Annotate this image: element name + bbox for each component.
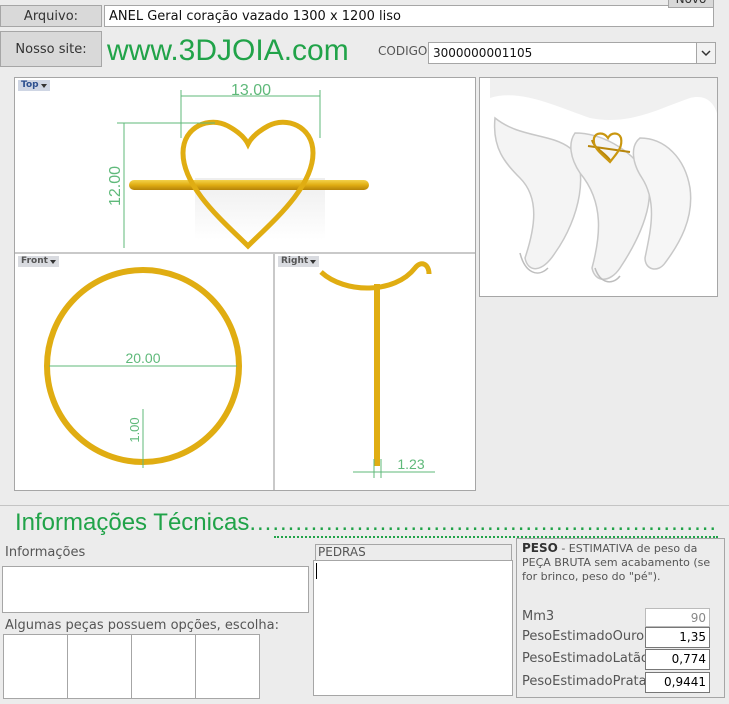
option-slot[interactable]	[3, 634, 68, 699]
arquivo-label: Arquivo:	[0, 5, 102, 27]
peso-description: PESO - ESTIMATIVA de peso da PEÇA BRUTA …	[522, 541, 718, 584]
right-view-drawing: 1.23	[319, 261, 435, 478]
options-grid	[3, 634, 260, 699]
site-label: Nosso site:	[0, 31, 102, 67]
peso-ouro-value[interactable]: 1,35	[645, 627, 710, 648]
peso-ouro-label: PesoEstimadoOuro	[522, 629, 645, 644]
option-slot[interactable]	[68, 634, 132, 699]
dim-width-label: 13.00	[231, 82, 271, 99]
codigo-dropdown-button[interactable]	[696, 43, 715, 63]
mm3-value: 90	[645, 608, 710, 627]
novo-button[interactable]: Novo	[668, 0, 714, 8]
mm3-label: Mm3	[522, 609, 555, 624]
option-slot[interactable]	[132, 634, 196, 699]
peso-prata-label: PesoEstimadoPrata	[522, 674, 647, 689]
informacoes-label: Informações	[5, 545, 86, 560]
codigo-label: CODIGO	[378, 44, 428, 58]
hand-illustration	[480, 78, 717, 296]
technical-drawing-panel: Top 13.00 12.00 Front 20.00 1.00 Right 1…	[14, 77, 476, 491]
informacoes-textbox[interactable]	[2, 566, 309, 613]
front-view: Front 20.00 1.00	[15, 254, 273, 490]
site-url-link[interactable]: www.3DJOIA.com	[107, 31, 349, 71]
dim-side-label: 1.23	[397, 456, 424, 472]
front-view-drawing: 20.00 1.00	[44, 267, 242, 468]
pedras-textbox[interactable]	[313, 560, 513, 696]
dim-diameter-label: 20.00	[125, 350, 160, 366]
dim-thickness-label: 1.00	[127, 417, 142, 442]
codigo-value: 3000000001105	[433, 46, 533, 60]
text-cursor	[316, 563, 317, 579]
peso-prata-value[interactable]: 0,9441	[645, 672, 710, 693]
top-view: Top 13.00 12.00	[15, 78, 475, 251]
peso-latao-label: PesoEstimadoLatão	[522, 651, 649, 666]
codigo-select[interactable]: 3000000001105	[428, 42, 716, 64]
arquivo-field[interactable]: ANEL Geral coração vazado 1300 x 1200 li…	[104, 5, 714, 27]
section-title: Informações Técnicas....................…	[15, 509, 718, 536]
chevron-down-icon	[701, 49, 711, 56]
option-slot[interactable]	[196, 634, 260, 699]
peso-latao-value[interactable]: 0,774	[645, 649, 710, 670]
options-label: Algumas peças possuem opções, escolha:	[5, 618, 279, 633]
top-view-drawing: 13.00 12.00	[107, 82, 369, 250]
peso-title: PESO	[522, 541, 558, 555]
ring-on-hand-image	[479, 77, 718, 297]
dim-height-label: 12.00	[107, 166, 124, 206]
right-view: Right 1.23	[275, 254, 475, 490]
pedras-label: PEDRAS	[315, 544, 512, 560]
